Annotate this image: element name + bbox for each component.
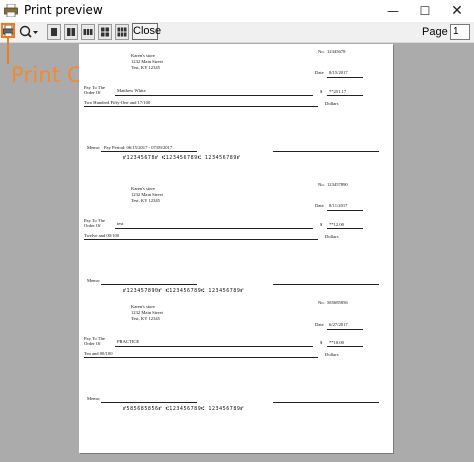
company-street: 1232 Main Street <box>131 310 163 315</box>
amount-line <box>327 228 363 229</box>
maximize-icon: ☐ <box>419 4 431 18</box>
payto-label-line2: Order Of <box>84 341 101 346</box>
company-city: Test, KY 12345 <box>131 198 160 203</box>
date-label: Date <box>315 322 324 327</box>
memo-label: Memo: <box>87 278 101 283</box>
currency-symbol: $ <box>320 340 323 345</box>
company-street: 1232 Main Street <box>131 192 163 197</box>
payee-line <box>115 346 313 347</box>
signature-line <box>273 151 379 152</box>
maximize-button[interactable]: ☐ <box>412 0 438 22</box>
check-date: 6/27/2017 <box>329 322 348 327</box>
check-no-label: No. <box>318 300 325 305</box>
amount-in-words: Ten and 00/100 <box>84 351 113 356</box>
amount-in-words: Two Hundred Fifty-One and 17/100 <box>84 100 151 105</box>
three-page-icon <box>83 29 93 35</box>
amount-line <box>327 346 363 347</box>
memo-line <box>101 402 197 403</box>
amount-line <box>327 95 363 96</box>
two-page-button[interactable] <box>64 24 78 40</box>
window-title: Print preview <box>24 3 103 17</box>
memo-line <box>101 284 197 285</box>
check-1: No. 12345678 Karen's store 1232 Main Str… <box>79 44 393 180</box>
print-preview-app-icon <box>4 4 18 17</box>
page-label: Page <box>422 26 448 38</box>
payto-label-line2: Order Of <box>84 223 101 228</box>
date-label: Date <box>315 203 324 208</box>
check-no-label: No. <box>318 182 325 187</box>
micr-line: ⑈123457890⑈ ⑆123456789⑆ 123456789⑈ <box>123 288 244 294</box>
company-city: Test, KY 12345 <box>131 316 160 321</box>
four-page-icon <box>101 27 109 37</box>
payee-line <box>115 95 313 96</box>
check-number: 585685856 <box>327 300 348 305</box>
dollars-label: Dollars <box>325 234 339 239</box>
payto-label-line2: Order Of <box>84 90 101 95</box>
check-3: No. 585685856 Karen's store 1232 Main St… <box>79 298 393 434</box>
payee-name: test <box>117 221 124 226</box>
signature-line <box>273 402 379 403</box>
one-page-button[interactable] <box>47 24 61 40</box>
signature-line <box>273 284 379 285</box>
title-bar: Print preview — ☐ ✕ <box>0 0 474 22</box>
six-page-icon <box>117 27 127 37</box>
date-line <box>327 329 363 330</box>
check-number: 123457890 <box>327 182 348 187</box>
memo-line <box>101 151 197 152</box>
one-page-icon <box>51 28 57 36</box>
payee-line <box>115 228 313 229</box>
company-name: Karen's store <box>131 186 155 191</box>
three-page-button[interactable] <box>81 24 95 40</box>
print-button-highlight <box>1 23 15 38</box>
six-page-button[interactable] <box>115 24 129 40</box>
date-line <box>327 77 363 78</box>
check-date: 8/15/2017 <box>329 70 348 75</box>
currency-symbol: $ <box>320 89 323 94</box>
page-number-input[interactable]: 1 <box>450 24 470 40</box>
check-date: 8/11/2017 <box>329 203 348 208</box>
zoom-button[interactable] <box>18 24 40 40</box>
zoom-icon <box>19 25 32 38</box>
date-line <box>327 210 363 211</box>
amount-words-line <box>84 106 318 107</box>
payee-name: PRACTICE <box>117 339 140 344</box>
date-label: Date <box>315 70 324 75</box>
minimize-button[interactable]: — <box>380 0 406 22</box>
minimize-icon: — <box>387 4 399 18</box>
callout-line <box>7 38 9 64</box>
check-amount: **12.00 <box>329 222 344 227</box>
close-preview-button[interactable]: Close <box>132 23 161 40</box>
company-name: Karen's store <box>131 53 155 58</box>
currency-symbol: $ <box>320 222 323 227</box>
memo-text: Pay Period: 06/15/2017 - 07/09/2017 <box>104 145 173 150</box>
company-name: Karen's store <box>131 304 155 309</box>
dropdown-arrow-icon <box>33 31 38 34</box>
preview-toolbar: Close Page 1 <box>0 22 474 43</box>
company-city: Test, KY 12345 <box>131 65 160 70</box>
preview-page: No. 12345678 Karen's store 1232 Main Str… <box>79 44 393 453</box>
check-no-label: No. <box>318 49 325 54</box>
micr-line: ⑈12345678⑈ ⑆123456789⑆ 123456789⑈ <box>123 155 241 161</box>
amount-in-words: Twelve and 00/100 <box>84 233 120 238</box>
check-number: 12345678 <box>327 49 346 54</box>
check-2: No. 123457890 Karen's store 1232 Main St… <box>79 180 393 316</box>
dollars-label: Dollars <box>325 101 339 106</box>
amount-words-line <box>84 239 318 240</box>
company-street: 1232 Main Street <box>131 59 163 64</box>
amount-words-line <box>84 357 318 358</box>
dollars-label: Dollars <box>325 352 339 357</box>
payee-name: Matthew White <box>117 88 146 93</box>
check-amount: **251.17 <box>329 89 347 94</box>
two-page-icon <box>67 28 75 36</box>
check-amount: **10.00 <box>329 340 344 345</box>
close-window-icon: ✕ <box>451 3 463 19</box>
memo-label: Memo: <box>87 145 101 150</box>
close-window-button[interactable]: ✕ <box>444 0 470 22</box>
four-page-button[interactable] <box>98 24 112 40</box>
micr-line: ⑈585685856⑈ ⑆123456789⑆ 123456789⑈ <box>123 406 244 412</box>
memo-label: Memo: <box>87 396 101 401</box>
